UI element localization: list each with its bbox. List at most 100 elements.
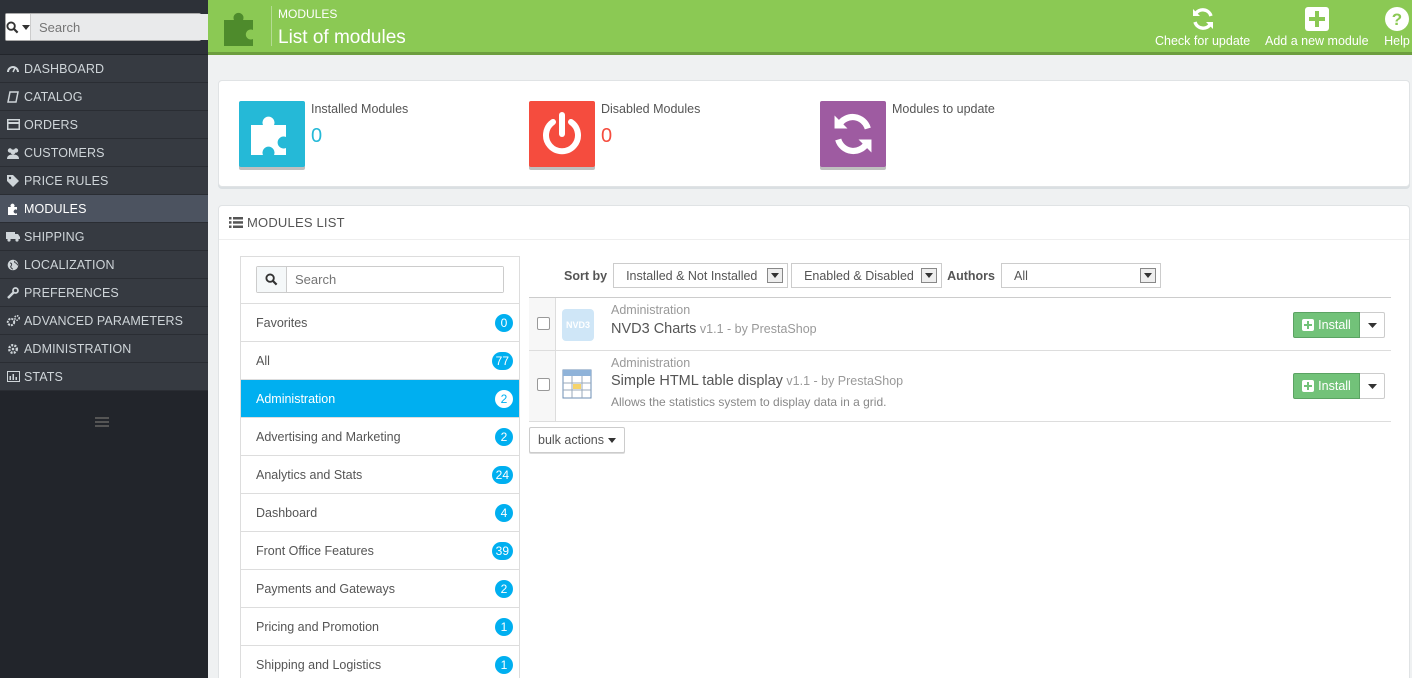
- breadcrumb[interactable]: MODULES: [278, 7, 337, 21]
- module-logo-text: NVD3: [565, 320, 590, 330]
- caret-down-icon: [767, 268, 784, 283]
- checkbox-cell: [529, 351, 556, 421]
- menu-item-label: CATALOG: [24, 89, 83, 104]
- bulk-actions-button[interactable]: bulk actions: [529, 427, 626, 453]
- menu-item-label: DASHBOARD: [24, 61, 105, 76]
- menu-item-label: ADVANCED PARAMETERS: [24, 313, 184, 328]
- menu-item-advanced-parameters[interactable]: ADVANCED PARAMETERS: [0, 307, 208, 335]
- add-new-module-label: Add a new module: [1265, 34, 1369, 48]
- menu-item-catalog[interactable]: CATALOG: [0, 83, 208, 111]
- kpi-value: 0: [311, 125, 323, 147]
- install-button[interactable]: Install: [1293, 312, 1360, 338]
- menu-item-price-rules[interactable]: PRICE RULES: [0, 167, 208, 195]
- menu-item-administration[interactable]: ADMINISTRATION: [0, 335, 208, 363]
- puzzle-icon: [251, 116, 286, 155]
- svg-text:?: ?: [1392, 10, 1402, 29]
- menu-item-label: ADMINISTRATION: [24, 341, 132, 356]
- category-name: Favorites: [256, 315, 308, 330]
- menu-item-preferences[interactable]: PREFERENCES: [0, 279, 208, 307]
- add-new-module-button[interactable]: Add a new module: [1265, 6, 1369, 48]
- module-checkbox[interactable]: [537, 378, 550, 391]
- menu-item-shipping[interactable]: SHIPPING: [0, 223, 208, 251]
- module-row: Administration Simple HTML table display…: [529, 351, 1391, 422]
- enable-status-select[interactable]: Enabled & Disabled: [791, 263, 943, 288]
- category-count-badge: 2: [495, 579, 513, 598]
- category-count-badge: 39: [491, 541, 513, 560]
- install-dropdown-toggle[interactable]: [1360, 373, 1385, 399]
- users-icon: [6, 146, 20, 160]
- tags-icon: [6, 174, 20, 188]
- page-header: MODULES List of modules Check for update…: [208, 0, 1412, 52]
- menu-item-label: PREFERENCES: [24, 285, 119, 300]
- bulk-actions-label: bulk actions: [538, 433, 605, 447]
- install-dropdown-toggle[interactable]: [1360, 312, 1385, 338]
- help-icon: ?: [1385, 7, 1409, 31]
- book-icon: [6, 90, 20, 104]
- credit-card-icon: [6, 118, 20, 132]
- module-search-input[interactable]: [287, 267, 503, 292]
- category-item-dashboard[interactable]: Dashboard 4: [241, 494, 519, 532]
- category-count-badge: 77: [491, 351, 513, 370]
- select-value: Enabled & Disabled: [804, 268, 914, 283]
- category-item-administration[interactable]: Administration 2: [241, 380, 519, 418]
- module-name: Simple HTML table display v1.1 - by Pres…: [611, 373, 903, 389]
- wrench-icon: [6, 286, 20, 300]
- install-button[interactable]: Install: [1293, 373, 1360, 399]
- kpi-value: 0: [601, 125, 613, 147]
- menu-item-stats[interactable]: STATS: [0, 363, 208, 391]
- menu-item-modules[interactable]: MODULES: [0, 195, 208, 223]
- caret-down-icon: [1367, 383, 1377, 389]
- caret-down-icon: [1139, 268, 1156, 283]
- table-grid-icon: [562, 369, 594, 401]
- category-count-badge: 1: [495, 655, 513, 674]
- menu-item-label: MODULES: [24, 201, 87, 216]
- kpi-label: Disabled Modules: [601, 102, 701, 116]
- select-value: All: [1013, 268, 1028, 283]
- sort-by-label: Sort by: [564, 268, 608, 283]
- main-menu: DASHBOARD CATALOG ORDERS CUSTOMERS PRICE…: [0, 55, 208, 391]
- category-count-badge: 4: [495, 503, 513, 522]
- install-button-group: Install: [1293, 312, 1385, 338]
- menu-collapse-toggle[interactable]: [95, 416, 109, 431]
- search-icon: [6, 20, 19, 33]
- help-button[interactable]: ? Help: [1384, 6, 1410, 48]
- refresh-icon: [1192, 8, 1213, 30]
- plus-square-icon: [1304, 7, 1329, 31]
- caret-down-icon: [1367, 322, 1377, 328]
- category-name: Pricing and Promotion: [256, 619, 379, 634]
- menu-item-dashboard[interactable]: DASHBOARD: [0, 55, 208, 83]
- caret-down-icon: [921, 268, 938, 283]
- category-item-advertising-marketing[interactable]: Advertising and Marketing 2: [241, 418, 519, 456]
- search-type-dropdown[interactable]: [6, 14, 31, 40]
- category-name: Advertising and Marketing: [256, 429, 401, 444]
- category-item-favorites[interactable]: Favorites 0: [241, 304, 519, 342]
- module-logo: NVD3: [562, 309, 594, 341]
- menu-item-orders[interactable]: ORDERS: [0, 111, 208, 139]
- category-item-shipping[interactable]: Shipping and Logistics 1: [241, 646, 519, 678]
- bar-chart-icon: [6, 370, 20, 384]
- kpi-label: Modules to update: [892, 102, 995, 116]
- category-item-analytics-stats[interactable]: Analytics and Stats 24: [241, 456, 519, 494]
- checkbox-cell: [529, 298, 556, 350]
- module-row: NVD3 Administration NVD3 Charts v1.1 - b…: [529, 298, 1391, 351]
- check-for-update-button[interactable]: Check for update: [1155, 6, 1250, 48]
- category-item-payments[interactable]: Payments and Gateways 2: [241, 570, 519, 608]
- menu-item-localization[interactable]: LOCALIZATION: [0, 251, 208, 279]
- power-icon: [543, 112, 581, 155]
- category-search-box: [256, 266, 504, 293]
- authors-select[interactable]: All: [1000, 263, 1161, 288]
- category-name: Analytics and Stats: [256, 467, 363, 482]
- category-count-badge: 2: [495, 427, 513, 446]
- module-meta: v1.1 - by PrestaShop: [782, 374, 904, 388]
- menu-item-customers[interactable]: CUSTOMERS: [0, 139, 208, 167]
- install-label: Install: [1318, 318, 1351, 332]
- sidebar-search-input[interactable]: [31, 14, 215, 40]
- refresh-icon: [834, 113, 872, 155]
- category-item-all[interactable]: All 77: [241, 342, 519, 380]
- category-item-pricing[interactable]: Pricing and Promotion 1: [241, 608, 519, 646]
- install-status-select[interactable]: Installed & Not Installed: [613, 263, 789, 288]
- category-list: Favorites 0 All 77 Administration 2 Adve…: [240, 256, 520, 678]
- category-item-front-office[interactable]: Front Office Features 39: [241, 532, 519, 570]
- menu-item-label: SHIPPING: [24, 229, 85, 244]
- module-checkbox[interactable]: [537, 317, 550, 330]
